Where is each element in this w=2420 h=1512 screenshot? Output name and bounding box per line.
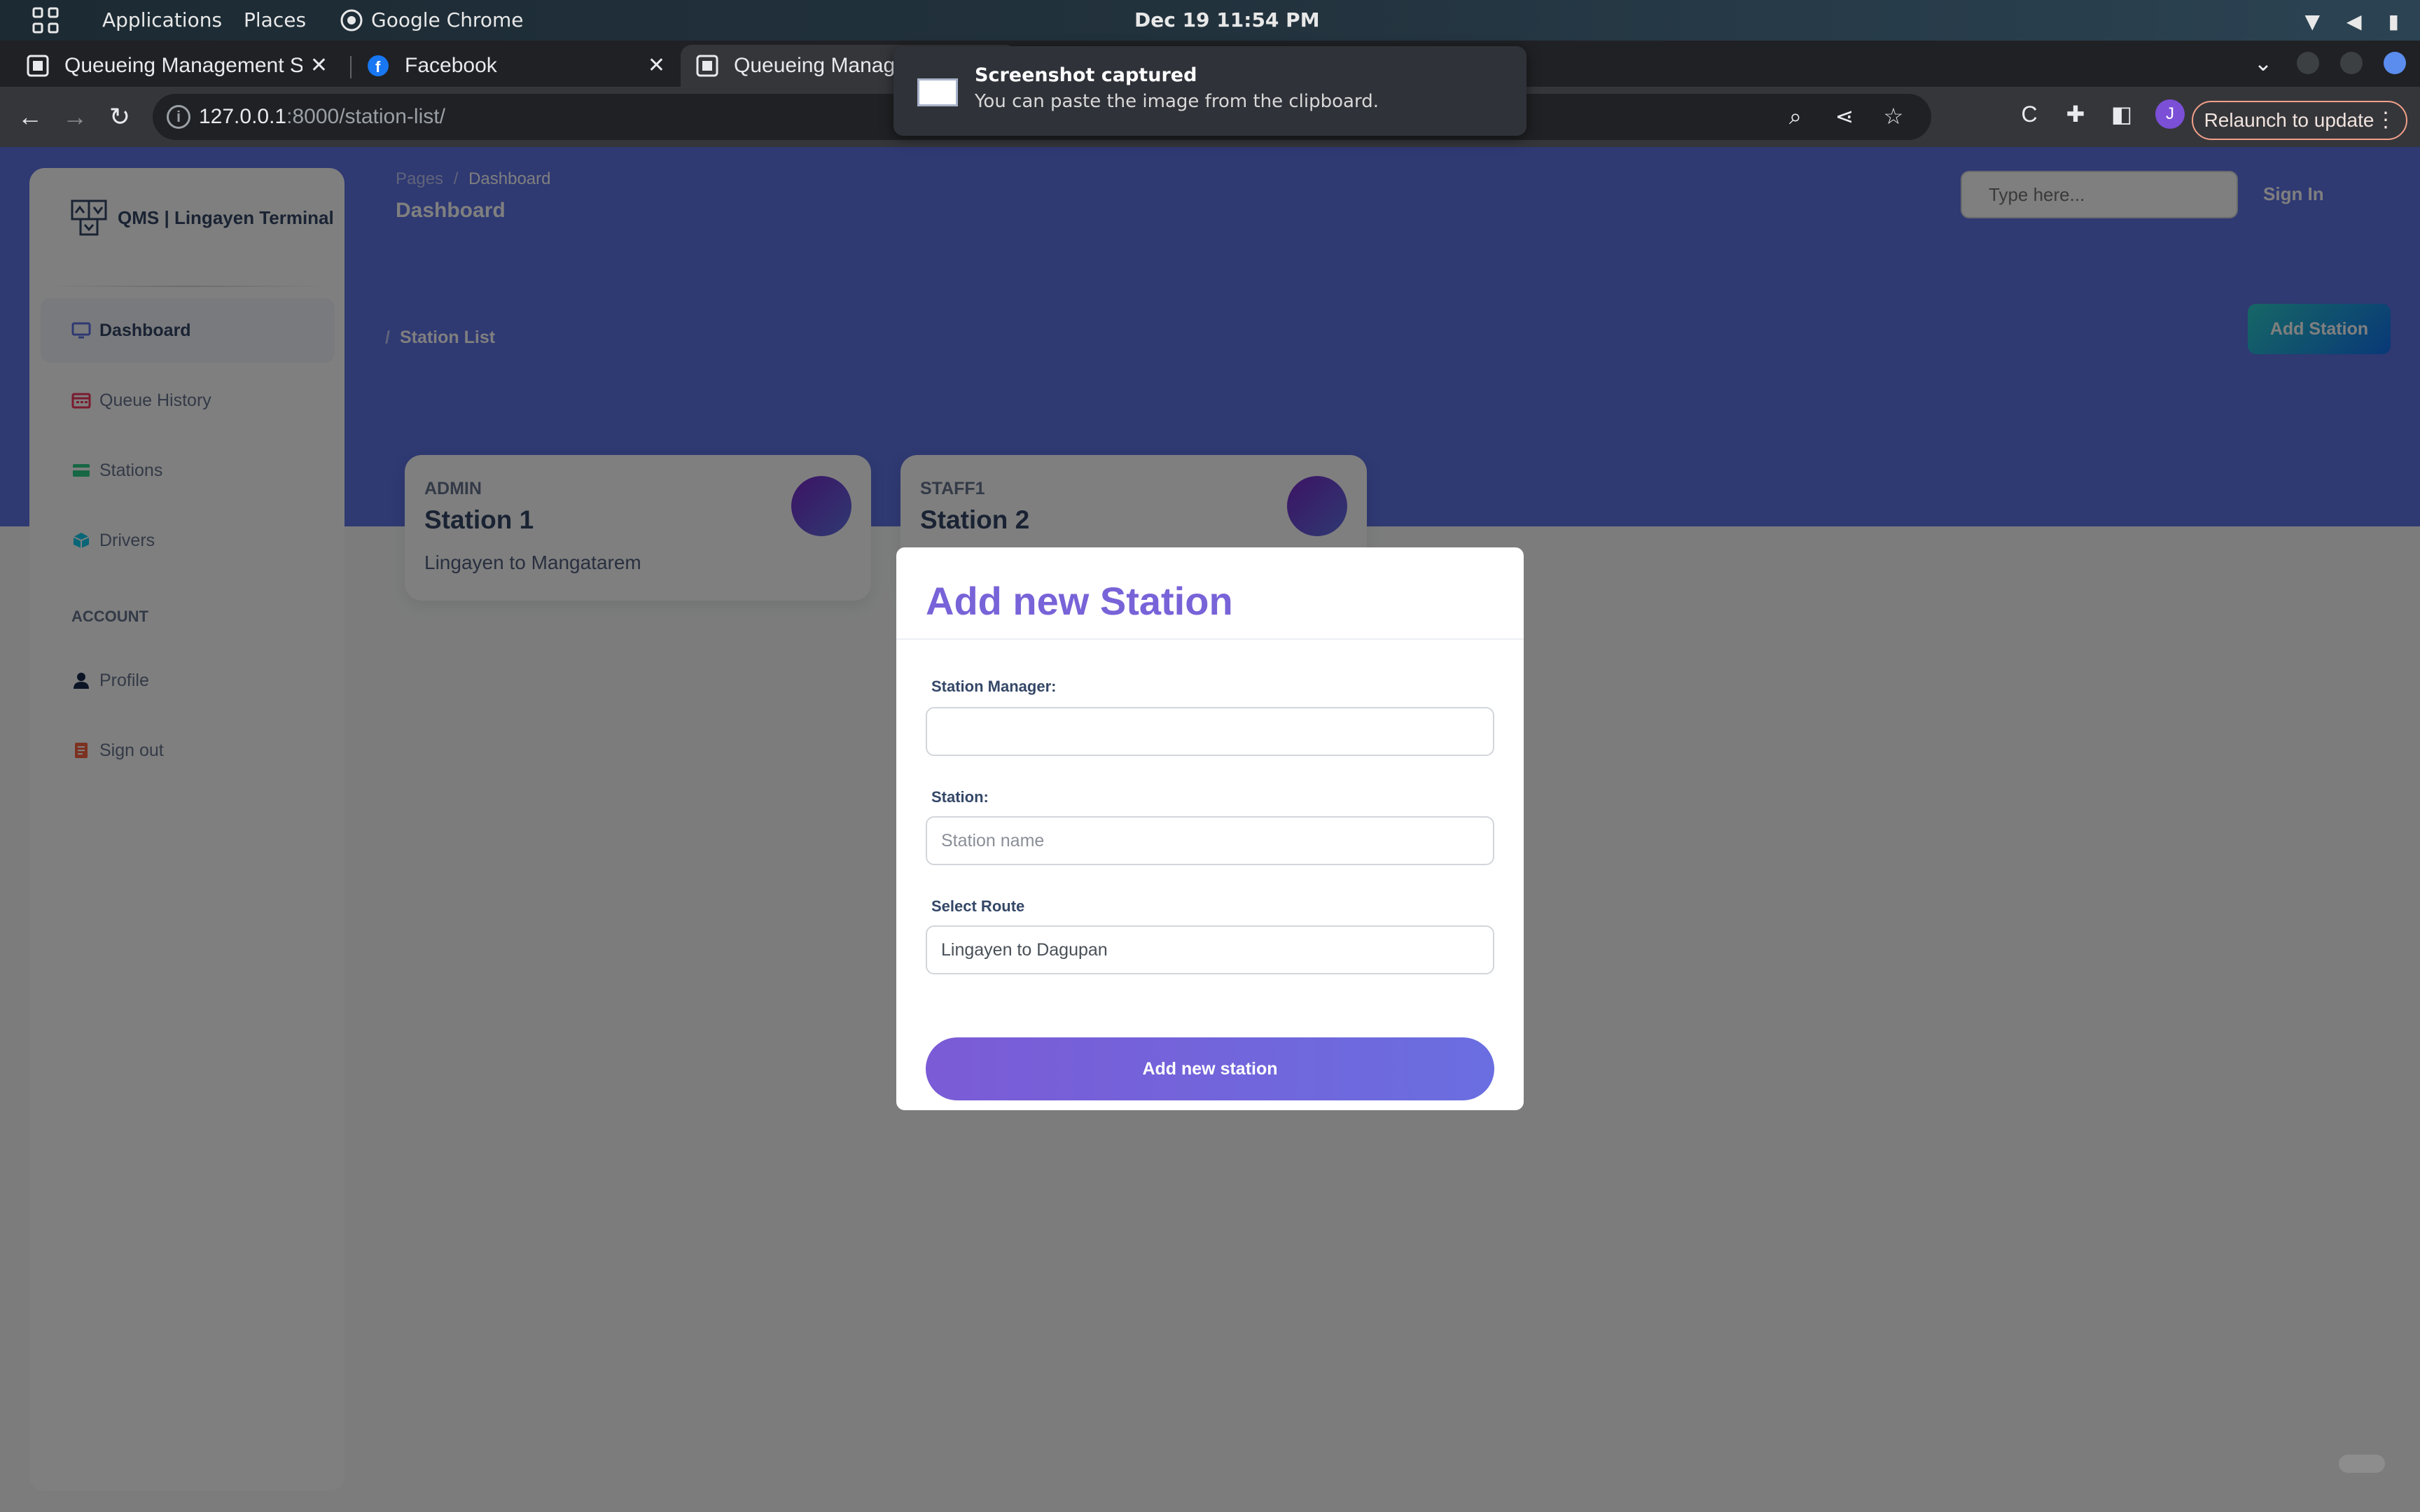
relaunch-button[interactable]: Relaunch to update ⋮ [2192,101,2407,140]
share-icon[interactable]: ⋖ [1832,104,1857,129]
qms-favicon-icon [696,55,718,77]
route-selected-value: Lingayen to Dagupan [941,939,1108,960]
qms-favicon-icon [27,55,49,77]
add-station-modal: Add new Station Station Manager: Station… [896,547,1524,1110]
wifi-icon: ▼ [2304,10,2321,33]
screenshot-notification[interactable]: Screenshot captured You can paste the im… [893,46,1527,136]
profile-avatar[interactable]: J [2155,99,2185,129]
toolbar-extensions: C ✚ ◧ J [2017,99,2185,129]
station-name-label: Station: [931,788,989,806]
url-host: 127.0.0.1 [199,105,287,128]
address-bar-actions: ⌕ ⋖ ☆ [1783,104,1906,129]
svg-text:f: f [375,58,381,76]
active-app-label: Google Chrome [371,8,524,31]
system-tray[interactable]: ▼ ◀ ▮ [2304,10,2399,33]
site-info-icon[interactable]: i [167,105,190,129]
tab-label: Queueing Management S [64,54,302,77]
battery-icon: ▮ [2388,10,2399,33]
url-path: :8000/station-list/ [286,105,445,128]
menu-dots-icon[interactable]: ⋮ [2375,108,2396,132]
zoom-icon[interactable]: ⌕ [1783,104,1808,129]
chrome-icon [340,9,363,31]
maximize-button[interactable] [2340,52,2363,74]
extension-ci-icon[interactable]: C [2017,102,2042,127]
notification-title: Screenshot captured [975,64,1197,86]
window-controls: ⌄ [2251,50,2406,76]
floating-pill[interactable] [2339,1455,2385,1473]
extensions-puzzle-icon[interactable]: ✚ [2063,102,2088,127]
modal-divider [896,638,1524,640]
active-app-menu[interactable]: Google Chrome [340,8,523,31]
places-menu[interactable]: Places [244,8,306,31]
reload-icon[interactable]: ↻ [104,101,136,133]
volume-icon: ◀ [2346,10,2362,33]
tab-queueing-1[interactable]: Queueing Management S ✕ [11,45,340,87]
route-select[interactable]: Lingayen to Dagupan [926,925,1494,974]
add-new-station-button[interactable]: Add new station [926,1037,1494,1100]
select-route-label: Select Route [931,897,1025,915]
side-panel-icon[interactable]: ◧ [2109,102,2134,127]
facebook-icon: f [368,55,389,76]
screenshot-thumbnail [917,78,958,106]
close-tab-icon[interactable]: ✕ [648,53,665,78]
station-manager-label: Station Manager: [931,678,1057,695]
station-manager-input[interactable] [926,707,1494,756]
bookmark-star-icon[interactable]: ☆ [1881,104,1906,129]
relaunch-label: Relaunch to update [2204,109,2374,131]
close-window-button[interactable] [2384,52,2406,74]
system-top-bar: Applications Places Google Chrome Dec 19… [0,0,2420,41]
tab-facebook[interactable]: f Facebook ✕ [352,45,678,87]
page-viewport: QMS | Lingayen Terminal Dashboard Queue … [0,147,2420,1512]
tab-label: Facebook [405,54,497,77]
app-grid-icon[interactable] [32,7,59,34]
applications-menu[interactable]: Applications [102,8,222,31]
notification-body: You can paste the image from the clipboa… [975,91,1379,112]
close-tab-icon[interactable]: ✕ [310,53,328,78]
tab-label: Queueing Manage [734,54,907,77]
clock[interactable]: Dec 19 11:54 PM [1134,8,1320,31]
forward-arrow-icon[interactable]: → [59,101,91,133]
station-name-input[interactable] [926,816,1494,865]
minimize-button[interactable] [2297,52,2319,74]
tab-search-chevron-icon[interactable]: ⌄ [2251,50,2276,76]
modal-title: Add new Station [926,579,1233,623]
back-arrow-icon[interactable]: ← [14,101,46,133]
